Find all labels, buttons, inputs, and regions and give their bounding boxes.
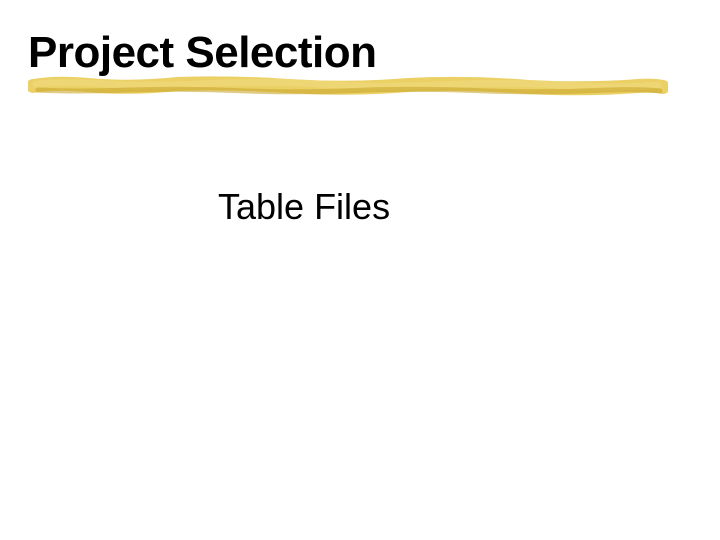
slide-subtitle: Table Files — [218, 186, 390, 228]
slide-title: Project Selection — [28, 28, 377, 78]
